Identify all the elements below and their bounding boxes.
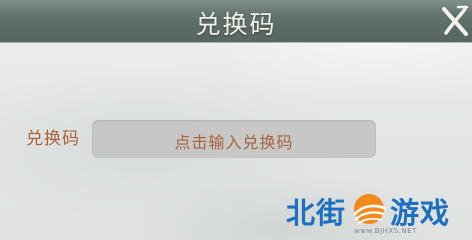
code-input-placeholder: 点击输入兑换码 [174,133,294,152]
close-x-icon [442,5,469,36]
watermark-url: www.BJHXS.NET [354,227,417,235]
watermark: 北街 游戏 www.BJHXS.NET [286,188,472,240]
redeem-dialog: 兑换码 兑换码 点击输入兑换码 北街 游戏 www.BJHXS.NET [0,0,472,240]
watermark-text-left: 北街 [286,196,347,230]
title-bar: 兑换码 [0,0,472,42]
code-input[interactable]: 点击输入兑换码 [92,120,376,158]
watermark-text-right: 游戏 [390,196,451,230]
code-field-label: 兑换码 [26,129,80,149]
dialog-title: 兑换码 [195,10,277,39]
close-button[interactable] [438,4,472,38]
sun-wave-logo-icon [353,194,386,224]
